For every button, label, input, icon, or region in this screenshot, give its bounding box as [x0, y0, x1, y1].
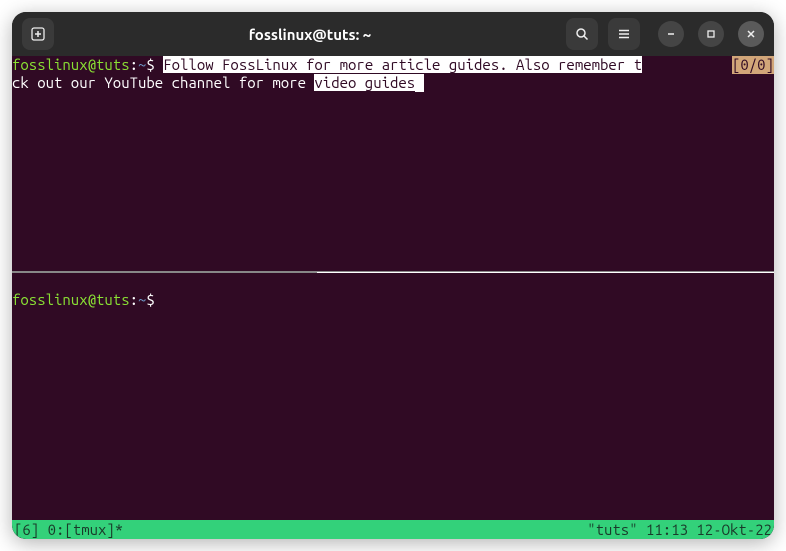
close-icon	[746, 29, 756, 39]
terminal-window: fosslinux@tuts: ~	[12, 12, 774, 539]
maximize-button[interactable]	[698, 21, 724, 47]
search-button[interactable]	[566, 18, 598, 50]
window-controls	[658, 21, 764, 47]
new-tab-button[interactable]	[22, 18, 54, 50]
titlebar-right-group	[566, 18, 764, 50]
minimize-button[interactable]	[658, 21, 684, 47]
plus-tab-icon	[31, 27, 45, 41]
menu-button[interactable]	[608, 18, 640, 50]
close-button[interactable]	[738, 21, 764, 47]
titlebar: fosslinux@tuts: ~	[12, 12, 774, 56]
search-count-indicator: [0/0]	[732, 56, 774, 74]
prompt-user-host: fosslinux@tuts	[12, 56, 130, 73]
hamburger-icon	[617, 27, 631, 41]
window-title: fosslinux@tuts: ~	[62, 26, 558, 43]
prompt-user-host: fosslinux@tuts	[12, 291, 130, 308]
terminal-text: ck out our YouTube channel for more	[12, 74, 314, 91]
statusbar-right: "tuts" 11:13 12-Okt-22	[587, 520, 772, 539]
tmux-statusbar: [6] 0:[tmux]* "tuts" 11:13 12-Okt-22	[12, 520, 774, 539]
minimize-icon	[666, 29, 676, 39]
search-highlight: video guides	[314, 74, 415, 91]
terminal-line: fosslinux@tuts:~$	[12, 291, 774, 309]
cursor	[415, 74, 424, 92]
terminal-line: fosslinux@tuts:~$ Follow FossLinux for m…	[12, 56, 774, 74]
search-icon	[575, 27, 589, 41]
prompt-separator: :	[130, 56, 138, 73]
prompt-separator: :	[130, 291, 138, 308]
prompt-dollar: $	[146, 291, 154, 308]
statusbar-left: [6] 0:[tmux]*	[14, 520, 587, 539]
terminal-line: ck out our YouTube channel for more vide…	[12, 74, 774, 92]
maximize-icon	[706, 29, 716, 39]
search-highlight: Follow FossLinux for more article guides…	[163, 56, 642, 73]
prompt-dollar: $	[146, 56, 154, 73]
tmux-pane-bottom[interactable]: fosslinux@tuts:~$	[12, 273, 774, 520]
terminal-body[interactable]: fosslinux@tuts:~$ Follow FossLinux for m…	[12, 56, 774, 539]
terminal-line	[12, 273, 774, 291]
tmux-pane-top[interactable]: fosslinux@tuts:~$ Follow FossLinux for m…	[12, 56, 774, 272]
